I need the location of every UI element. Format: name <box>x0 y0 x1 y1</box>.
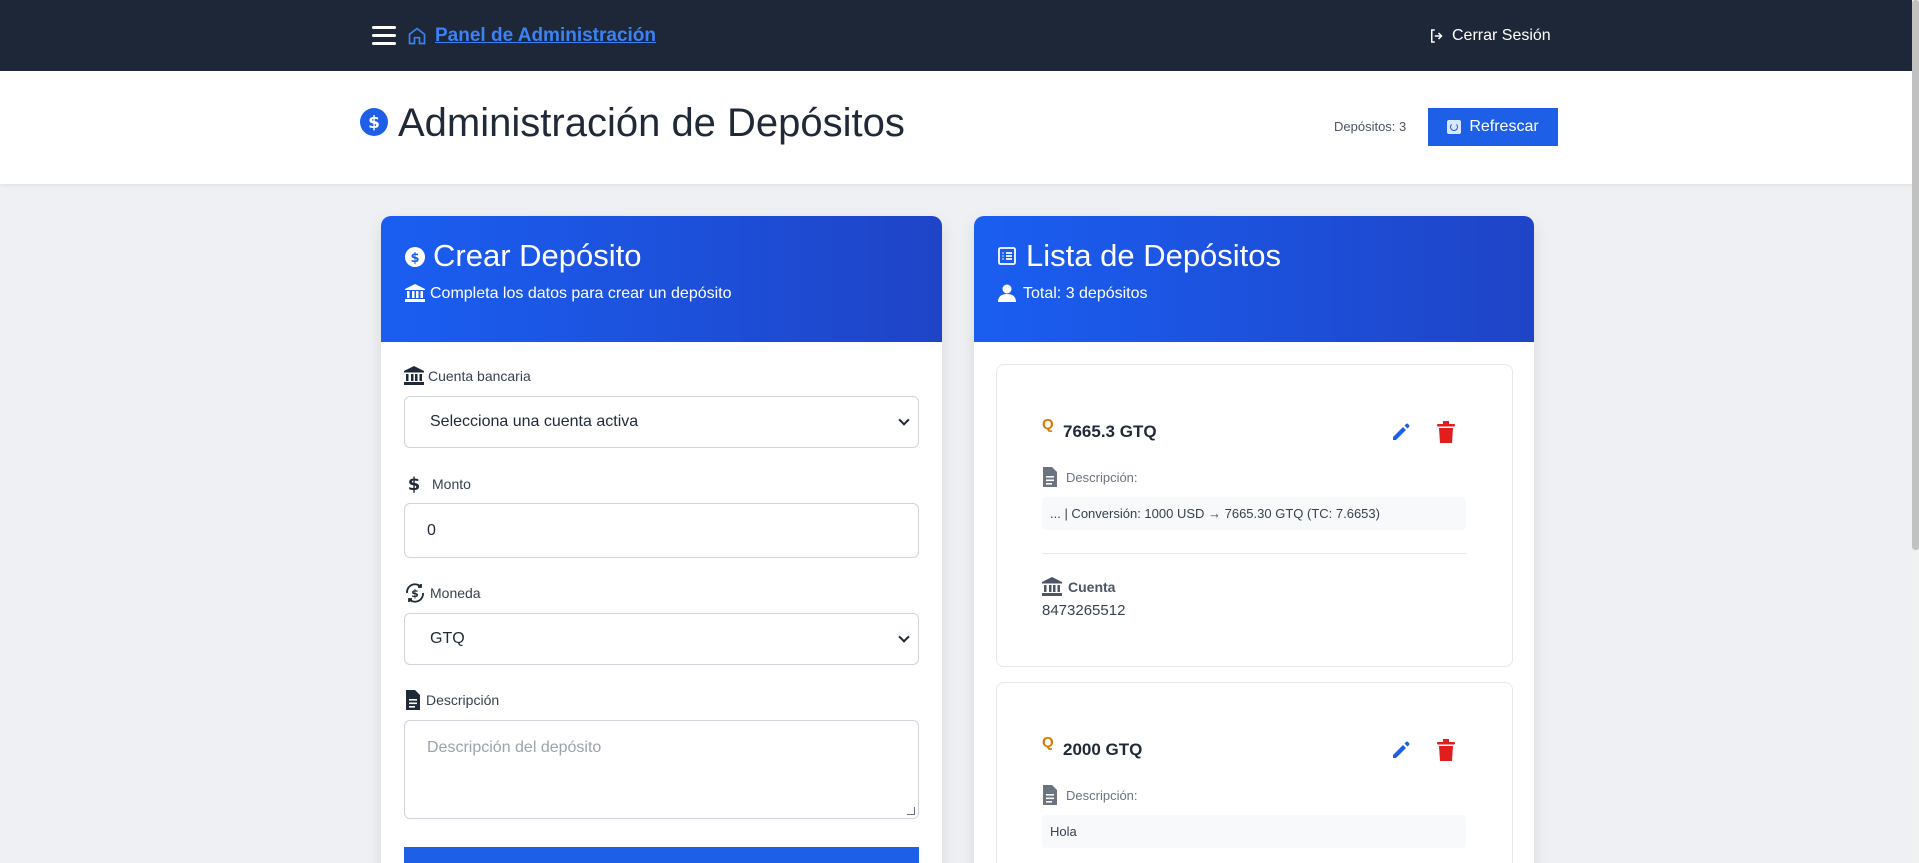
amount-input[interactable]: 0 <box>404 503 919 558</box>
description-field-label: Descripción <box>404 690 499 710</box>
deposit-amount: 7665.3 GTQ <box>1063 422 1157 441</box>
description-label-text: Descripción: <box>1066 469 1138 485</box>
description-value: Hola <box>1042 815 1466 848</box>
amount-field-label: $ Monto <box>404 474 471 494</box>
logout-label: Cerrar Sesión <box>1452 27 1551 44</box>
currency-label: Moneda <box>430 585 481 601</box>
user-icon <box>998 284 1016 302</box>
deposit-list-title: Lista de Depósitos <box>1026 238 1282 273</box>
edit-icon[interactable] <box>1391 740 1411 760</box>
logout-icon <box>1431 29 1443 43</box>
create-deposit-subtitle: Completa los datos para crear un depósit… <box>430 285 732 302</box>
dollar-circle-icon: $ <box>405 247 425 267</box>
brand-link[interactable]: Panel de Administración <box>407 25 656 47</box>
scrollbar-thumb[interactable] <box>1912 0 1919 550</box>
svg-text:$: $ <box>411 587 419 600</box>
logout-button[interactable]: Cerrar Sesión <box>1428 27 1551 45</box>
bank-icon <box>404 366 424 385</box>
resize-handle-icon[interactable] <box>907 807 915 815</box>
dollar-icon: $ <box>408 474 421 494</box>
deposit-amount: 2000 GTQ <box>1063 740 1143 759</box>
page-title: Administración de Depósitos <box>398 101 905 145</box>
deposit-list-header: Lista de Depósitos Total: 3 depósitos <box>974 216 1534 342</box>
account-number: 8473265512 <box>1042 602 1126 619</box>
chevron-down-icon <box>898 414 910 426</box>
amount-input-value: 0 <box>427 521 436 539</box>
currency-field-label: $ Moneda <box>404 582 481 604</box>
trash-icon[interactable] <box>1437 739 1455 761</box>
bank-icon <box>1042 577 1062 596</box>
account-label: Cuenta bancaria <box>428 367 531 384</box>
refresh-label: Refrescar <box>1469 118 1539 135</box>
create-deposit-header: $ Crear Depósito Completa los datos para… <box>381 216 942 342</box>
currency-select-value: GTQ <box>430 630 465 647</box>
account-label: Cuenta <box>1042 577 1115 596</box>
amount-label-text: Monto <box>432 476 471 492</box>
edit-icon[interactable] <box>1391 422 1411 442</box>
deposit-list-card: Lista de Depósitos Total: 3 depósitos Q … <box>974 216 1534 863</box>
description-label: Descripción: <box>1042 467 1138 487</box>
document-icon <box>1043 467 1057 487</box>
description-label: Descripción: <box>1042 785 1138 805</box>
currency-exchange-icon: $ <box>406 583 424 603</box>
divider <box>1042 553 1466 554</box>
deposit-list-subtitle: Total: 3 depósitos <box>1023 285 1148 302</box>
description-label: Descripción <box>426 692 500 708</box>
description-textarea[interactable]: Descripción del depósito <box>404 720 919 819</box>
svg-text:$: $ <box>410 251 419 266</box>
document-icon <box>406 690 420 710</box>
account-label-text: Cuenta <box>1068 578 1116 595</box>
menu-icon[interactable] <box>372 26 396 48</box>
svg-text:$: $ <box>408 474 421 494</box>
trash-icon[interactable] <box>1437 421 1455 443</box>
account-select-value: Selecciona una cuenta activa <box>430 413 639 430</box>
page-scrollbar[interactable] <box>1912 0 1919 863</box>
page-header: $ Administración de Depósitos Depósitos:… <box>0 71 1919 184</box>
account-select[interactable]: Selecciona una cuenta activa <box>404 396 919 448</box>
currency-select[interactable]: GTQ <box>404 613 919 665</box>
deposit-count: Depósitos: 3 <box>1334 119 1407 134</box>
chevron-down-icon <box>898 631 910 643</box>
description-value: ... | Conversión: 1000 USD → 7665.30 GTQ… <box>1042 497 1466 530</box>
dollar-circle-icon: $ <box>360 108 388 136</box>
create-deposit-card: $ Crear Depósito Completa los datos para… <box>381 216 942 863</box>
top-navbar: Panel de Administración Cerrar Sesión <box>0 0 1919 71</box>
description-label-text: Descripción: <box>1066 787 1138 803</box>
currency-badge: Q <box>1042 416 1054 433</box>
refresh-icon <box>1447 120 1462 134</box>
deposit-item: Q 7665.3 GTQ Descripción: ... | Conversi… <box>996 364 1513 667</box>
create-deposit-title: Crear Depósito <box>433 238 642 273</box>
refresh-button[interactable]: Refrescar <box>1428 108 1558 146</box>
svg-text:$: $ <box>368 113 380 133</box>
bank-icon <box>405 284 425 302</box>
brand-title[interactable]: Panel de Administración <box>435 25 656 47</box>
account-field-label: Cuenta bancaria <box>404 366 531 385</box>
list-icon <box>998 247 1016 265</box>
currency-badge: Q <box>1042 734 1054 751</box>
home-icon <box>408 27 426 45</box>
document-icon <box>1043 785 1057 805</box>
description-placeholder: Descripción del depósito <box>427 739 602 756</box>
create-deposit-button[interactable] <box>404 847 919 863</box>
deposit-item: Q 2000 GTQ Descripción: Hola <box>996 682 1513 863</box>
